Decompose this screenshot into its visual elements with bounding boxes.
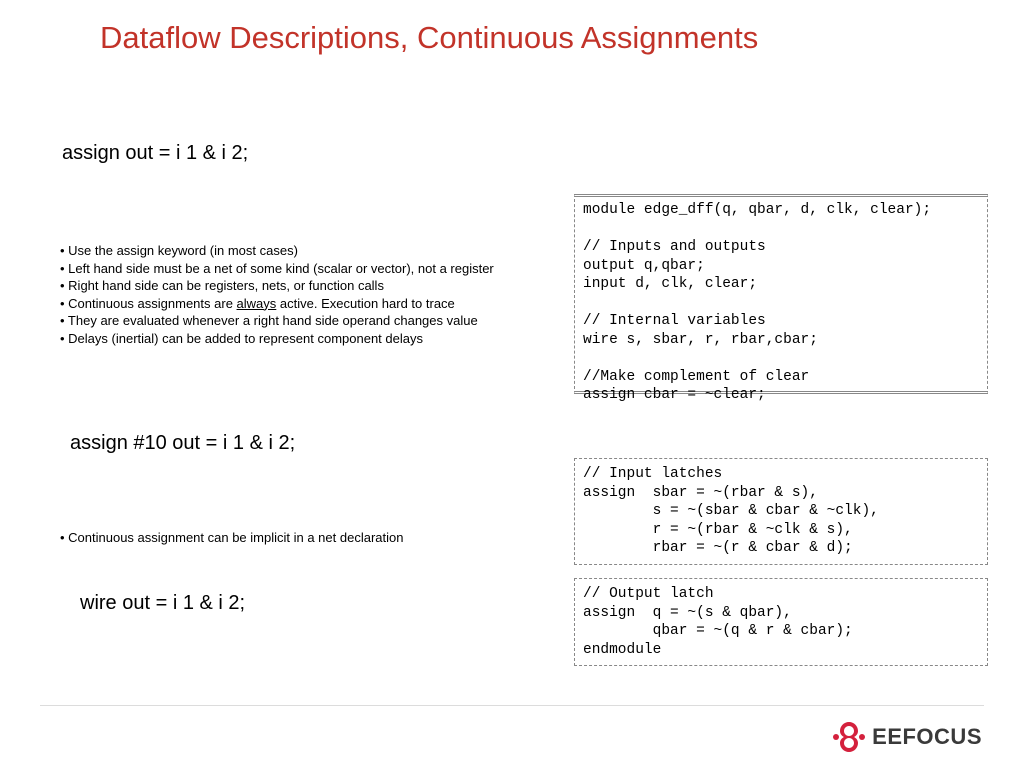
underlined-word: always — [237, 296, 277, 311]
divider — [40, 705, 984, 706]
wire-statement: wire out = i 1 & i 2; — [80, 592, 245, 615]
eefocus-logo: EEFOCUS — [832, 720, 982, 754]
bullet-item: • They are evaluated whenever a right ha… — [60, 312, 545, 330]
logo-icon — [832, 720, 866, 754]
code-block-input-latches: // Input latches assign sbar = ~(rbar & … — [574, 458, 988, 565]
code-block-output-latch: // Output latch assign q = ~(s & qbar), … — [574, 578, 988, 666]
logo-text: EEFOCUS — [872, 724, 982, 750]
assign-statement-2: assign #10 out = i 1 & i 2; — [70, 432, 295, 455]
bullet-list-1: • Use the assign keyword (in most cases)… — [60, 242, 545, 347]
bullet-item: • Use the assign keyword (in most cases) — [60, 242, 545, 260]
bullet-item: • Left hand side must be a net of some k… — [60, 260, 545, 278]
slide-title: Dataflow Descriptions, Continuous Assign… — [100, 20, 984, 56]
bullet-item: • Continuous assignments are always acti… — [60, 295, 545, 313]
bullet-item: • Continuous assignment can be implicit … — [60, 530, 530, 545]
code-block-module: module edge_dff(q, qbar, d, clk, clear);… — [574, 194, 988, 394]
bullet-list-2: • Continuous assignment can be implicit … — [60, 530, 530, 545]
bullet-item: • Delays (inertial) can be added to repr… — [60, 330, 545, 348]
bullet-item: • Right hand side can be registers, nets… — [60, 277, 545, 295]
assign-statement-1: assign out = i 1 & i 2; — [62, 142, 248, 165]
